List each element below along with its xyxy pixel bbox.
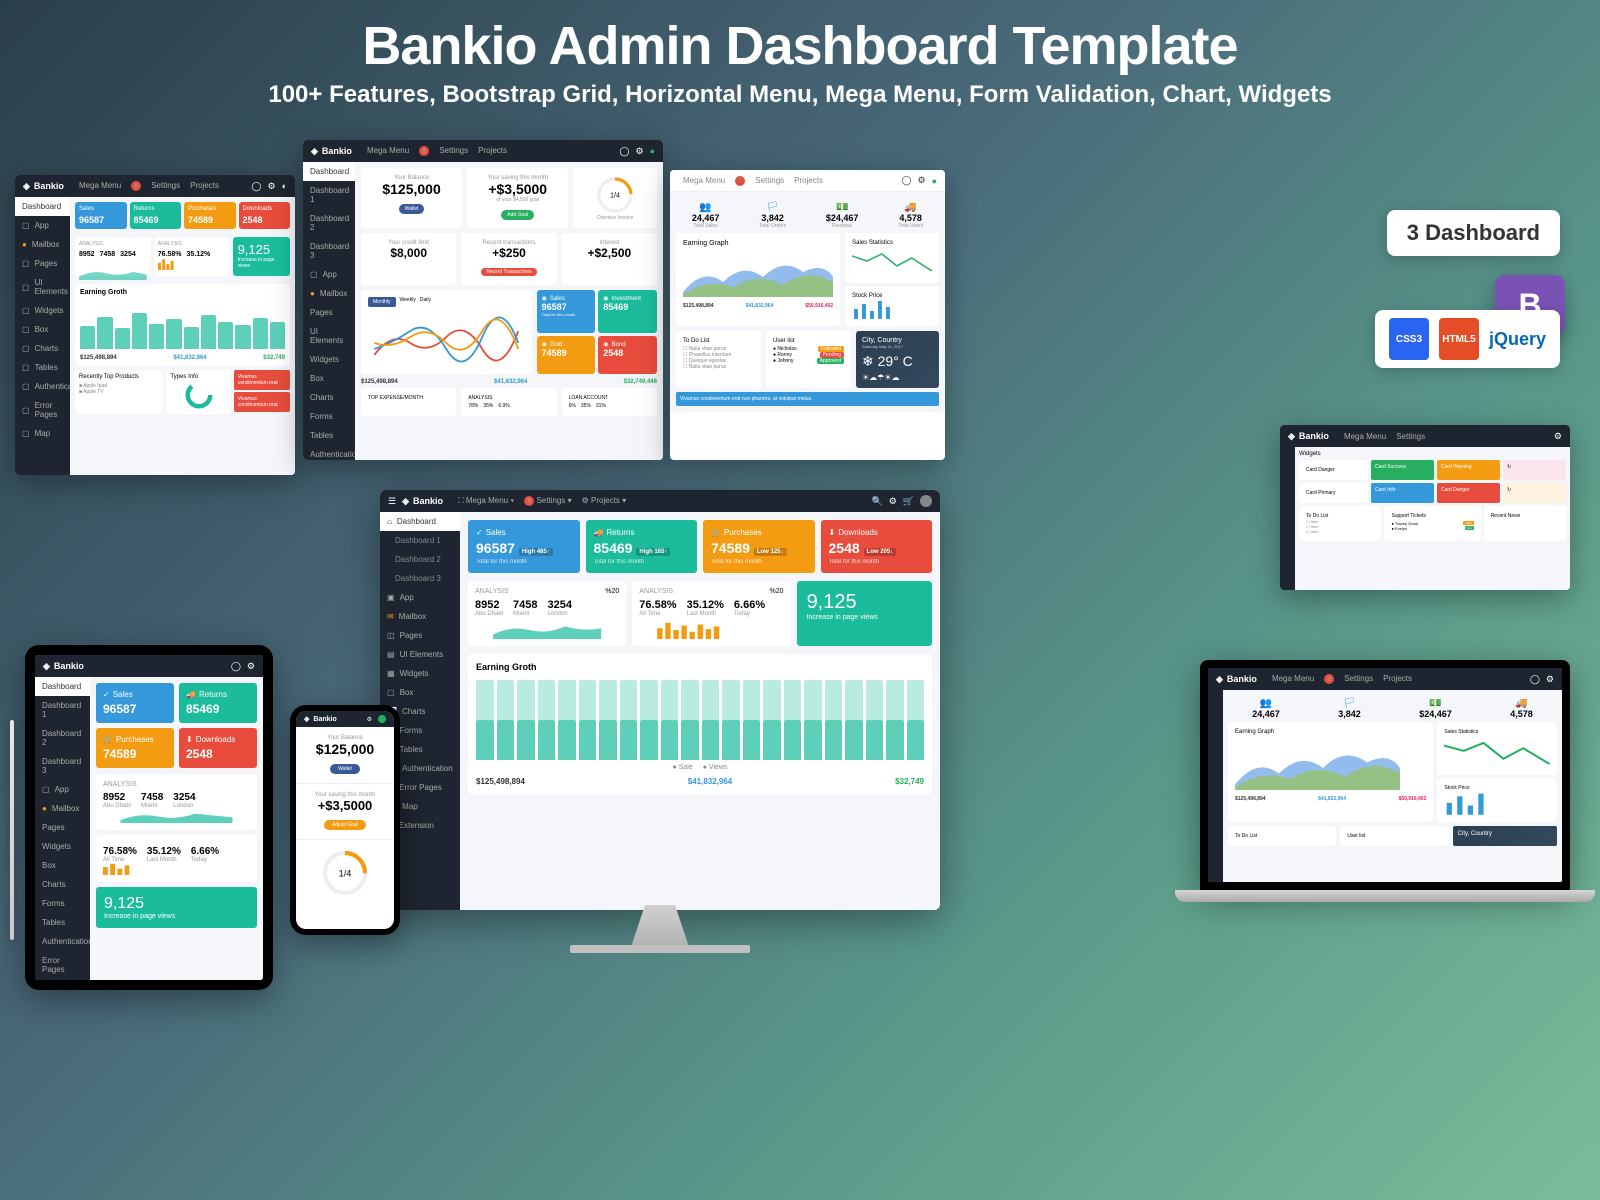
thumb-widgets: ◈BankioMega MenuSettings⚙ Widgets Card D…: [1280, 425, 1570, 590]
search-icon[interactable]: 🔍: [871, 496, 882, 507]
nav-ui[interactable]: ▤UI Elements: [380, 645, 460, 664]
box-icon: ▢: [387, 688, 395, 697]
nav-error[interactable]: ▢Error Pages: [15, 396, 70, 424]
svg-text:1/4: 1/4: [610, 190, 620, 199]
logo-icon: ◈: [402, 496, 409, 507]
gear-icon[interactable]: ⚙: [889, 496, 897, 507]
menu-mega[interactable]: ⛶ Mega Menu ▾: [458, 496, 514, 507]
stat-downloads[interactable]: ⬇Downloads 2548 Low 205↓ Total for this …: [821, 520, 933, 573]
stylus: [10, 720, 14, 940]
menu-settings[interactable]: 8 Settings ▾: [524, 496, 571, 507]
css3-badge: CSS3: [1389, 318, 1429, 360]
nav-charts[interactable]: ▢Charts: [15, 339, 70, 358]
nav-pages[interactable]: ◫Pages: [380, 626, 460, 645]
phone-device: ◈Bankio⚙ Your Balance $125,000 Wallet Yo…: [290, 705, 400, 935]
monitor-base: [570, 945, 750, 953]
logo-icon: ◈: [23, 181, 30, 192]
monitor-stand: [610, 905, 710, 950]
nav-app[interactable]: ▢App: [15, 216, 70, 235]
hero-title: Bankio Admin Dashboard Template: [0, 15, 1600, 77]
total-2: $41,832,964: [688, 777, 733, 786]
cart-icon: 🛒: [711, 528, 721, 537]
thumb-dashboard3: Mega Menu8SettingsProjects ◯⚙● 👥24,467To…: [670, 170, 945, 460]
stat-purchases[interactable]: 🛒Purchases 74589 Low 125↓ Total for this…: [703, 520, 815, 573]
app-icon: ▣: [387, 593, 395, 602]
legend-views: ● Views: [703, 764, 728, 771]
nav-widgets[interactable]: ▢Widgets: [15, 301, 70, 320]
nav-mailbox[interactable]: ●Mailbox: [15, 235, 70, 254]
jquery-badge: jQuery: [1489, 329, 1546, 350]
tech-badges: CSS3 HTML5 jQuery: [1375, 310, 1560, 368]
widgets-icon: ▦: [387, 669, 395, 678]
thumb-dashboard1-small: ◈Bankio Mega Menu8SettingsProjects ◯⚙◐ D…: [15, 175, 295, 475]
total-3: $32,749: [895, 777, 924, 786]
nav-map[interactable]: ▢Map: [15, 424, 70, 443]
cart-icon[interactable]: 🛒: [903, 496, 914, 507]
tablet-device: ◈Bankio◯⚙ Dashboard Dashboard 1 Dashboar…: [25, 645, 273, 990]
total-1: $125,498,894: [476, 777, 525, 786]
check-icon: ✓: [476, 528, 483, 537]
brand-text: Bankio: [413, 496, 443, 506]
nav-widgets[interactable]: ▦Widgets: [380, 664, 460, 683]
avatar[interactable]: [920, 495, 932, 507]
analysis-cities: ANALYSIS%20 8952Abu Dhabi 7458Miami 3254…: [468, 581, 626, 646]
mail-icon: ✉: [387, 612, 394, 621]
download-icon: ⬇: [829, 528, 836, 537]
legend-sale: ● Sale: [673, 764, 693, 771]
pages-icon: ◫: [387, 631, 395, 640]
nav-ui[interactable]: ▢UI Elements: [15, 273, 70, 301]
home-icon: ⌂: [387, 517, 392, 526]
content-area: ✓Sales 96587 High 485↑ Total for this mo…: [460, 512, 940, 910]
nav-dashboard3[interactable]: Dashboard 3: [380, 569, 460, 588]
brand-logo[interactable]: ◈ Bankio: [402, 496, 443, 507]
pageviews-card: 9,125 Increase in page views: [797, 581, 932, 646]
stat-returns[interactable]: 🚚Returns 85469 High 165↑ Total for this …: [586, 520, 698, 573]
nav-box[interactable]: ▢Box: [15, 320, 70, 339]
menu-icon[interactable]: ☰: [388, 496, 396, 507]
menu-projects[interactable]: ⚙ Projects ▾: [582, 496, 627, 507]
dashboard-count-pill: 3 Dashboard: [1387, 210, 1560, 256]
earning-chart: Earning Groth ● Sale● Views $125,498,894…: [468, 654, 932, 794]
topbar: ☰ ◈ Bankio ⛶ Mega Menu ▾ 8 Settings ▾ ⚙ P…: [380, 490, 940, 512]
nav-box[interactable]: ▢Box: [380, 683, 460, 702]
hero-subtitle: 100+ Features, Bootstrap Grid, Horizonta…: [0, 81, 1600, 109]
nav-pages[interactable]: ▢Pages: [15, 254, 70, 273]
nav-tables[interactable]: ▢Tables: [15, 358, 70, 377]
main-dashboard-screen: ☰ ◈ Bankio ⛶ Mega Menu ▾ 8 Settings ▾ ⚙ P…: [380, 490, 940, 910]
ui-icon: ▤: [387, 650, 395, 659]
nav-dashboard[interactable]: Dashboard: [15, 197, 70, 216]
truck-icon: 🚚: [594, 528, 604, 537]
analysis-pct: ANALYSIS%20 76.58%All Time 35.12%Last Mo…: [632, 581, 790, 646]
svg-text:1/4: 1/4: [339, 868, 352, 878]
nav-auth[interactable]: ▢Authentication: [15, 377, 70, 396]
nav-dashboard2[interactable]: Dashboard 2: [380, 550, 460, 569]
html5-badge: HTML5: [1439, 318, 1479, 360]
nav-dashboard[interactable]: ⌂Dashboard: [380, 512, 460, 531]
nav-dashboard1[interactable]: Dashboard 1: [380, 531, 460, 550]
stat-sales[interactable]: ✓Sales 96587 High 485↑ Total for this mo…: [468, 520, 580, 573]
thumb-dashboard2: ◈Bankio Mega Menu8SettingsProjects ◯⚙● D…: [303, 140, 663, 460]
nav-mailbox[interactable]: ✉Mailbox: [380, 607, 460, 626]
nav-app[interactable]: ▣App: [380, 588, 460, 607]
laptop-device: ◈BankioMega Menu8SettingsProjects◯⚙ 👥24,…: [1200, 660, 1570, 905]
